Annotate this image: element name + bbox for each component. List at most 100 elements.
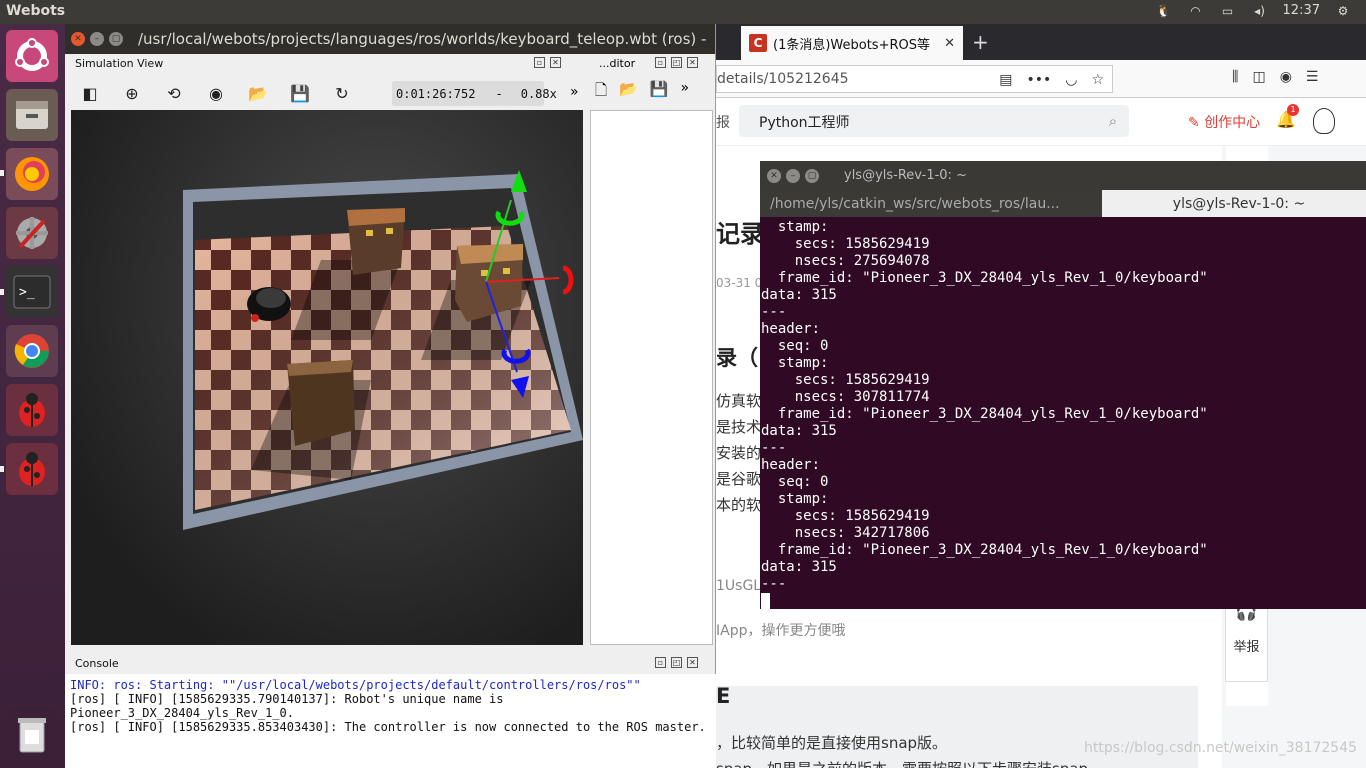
header-fragment: 报 <box>716 115 730 131</box>
console-label: Console <box>75 657 119 670</box>
dock-buttons: ▫ ◰ ✕ <box>655 657 698 668</box>
search-icon[interactable]: ⌕ <box>1097 105 1129 137</box>
webots-icon[interactable] <box>6 384 58 436</box>
trash-icon[interactable] <box>6 708 58 760</box>
create-center-link[interactable]: ✎ 创作中心 <box>1188 112 1260 132</box>
text-editor-area[interactable] <box>590 110 713 645</box>
undock-icon[interactable]: ▫ <box>534 57 545 68</box>
account-icon[interactable]: ◉ <box>1280 69 1292 85</box>
console-line: INFO: ros: Starting: ""/usr/local/webots… <box>70 678 641 692</box>
terminal-tabs: /home/yls/catkin_ws/src/webots_ros/lau..… <box>760 190 1366 217</box>
active-app-title: Webots <box>6 3 66 19</box>
eye-icon[interactable]: ◉ <box>203 80 229 106</box>
close-panel-icon[interactable]: ✕ <box>550 57 561 68</box>
browser-tab[interactable]: C (1条消息)Webots+ROS等 ✕ <box>741 26 963 60</box>
wifi-icon[interactable]: ◠ <box>1187 4 1205 18</box>
pocket-icon[interactable]: ◡ <box>1065 72 1077 88</box>
close-icon[interactable]: ✕ <box>71 32 85 46</box>
terminal-output[interactable]: stamp: secs: 1585629419 nsecs: 275694078… <box>760 217 1366 612</box>
console-line: Pioneer_3_DX_28404_yls_Rev_1_0. <box>70 706 294 720</box>
watermark: https://blog.csdn.net/weixin_38172545 <box>1084 740 1358 756</box>
editor-overflow-icon[interactable]: » <box>680 80 689 105</box>
input-method-icon[interactable]: 🐧 <box>1155 4 1173 18</box>
maximize-icon[interactable]: ▢ <box>109 32 123 46</box>
new-file-icon[interactable]: 🗋 <box>595 80 607 105</box>
url-actions: ▤ ••• ◡ ☆ <box>999 72 1104 88</box>
console-output[interactable]: INFO: ros: Starting: ""/usr/local/webots… <box>65 674 716 768</box>
reader-view-icon[interactable]: ▤ <box>999 72 1012 88</box>
maximize-icon[interactable]: ▢ <box>805 168 819 183</box>
console-line: [ros] [ INFO] [1585629335.853403430]: Th… <box>70 720 706 734</box>
3d-scene <box>183 170 583 530</box>
bookmark-star-icon[interactable]: ☆ <box>1091 72 1104 88</box>
report-label: 举报 <box>1233 640 1260 655</box>
browser-tabbar: C (1条消息)Webots+ROS等 ✕ + <box>716 24 1366 60</box>
3d-viewport[interactable] <box>71 110 583 645</box>
terminal-cursor <box>761 593 770 609</box>
battery-icon[interactable]: ▭ <box>1219 4 1237 18</box>
ubuntu-dash-icon[interactable] <box>6 30 58 82</box>
browser-tab-title: (1条消息)Webots+ROS等 <box>773 37 930 53</box>
firefox-icon[interactable] <box>6 148 58 200</box>
running-indicator <box>0 466 4 472</box>
system-tray: 🐧 ◠ ▭ ◂) 12:37 ⚙ <box>1155 3 1352 18</box>
site-search-input[interactable]: Python工程师 ⌕ <box>739 105 1129 137</box>
close-tab-icon[interactable]: ✕ <box>944 36 955 51</box>
minimize-icon[interactable]: – <box>90 32 104 46</box>
url-bar[interactable]: details/105212645 ▤ ••• ◡ ☆ <box>716 65 1113 93</box>
article-heading: 录（ <box>716 346 758 370</box>
clock[interactable]: 12:37 <box>1283 3 1320 18</box>
close-panel-icon[interactable]: ✕ <box>687 57 698 68</box>
terminal-tab-active[interactable]: yls@yls-Rev-1-0: ~ <box>1102 190 1366 217</box>
article-line: 本的软 <box>716 496 762 514</box>
article-paragraph: ，比较简单的是直接使用snap版。 <box>716 734 948 752</box>
close-icon[interactable]: ✕ <box>767 168 781 183</box>
chrome-icon[interactable] <box>6 325 58 377</box>
article-date: 03-31 0 <box>716 276 763 290</box>
simulation-time-display: 0:01:26:752 - 0.88x <box>392 81 557 106</box>
toggle-scene-tree-icon[interactable]: ◧ <box>77 80 103 106</box>
library-icon[interactable]: ⫼ <box>1232 69 1238 85</box>
open-file-icon[interactable]: 📂 <box>619 80 638 105</box>
article-line: 安装的 <box>716 444 762 462</box>
gray-text: 1UsGL <box>716 578 762 594</box>
maximize-panel-icon[interactable]: ◰ <box>671 57 682 68</box>
reload-world-icon[interactable]: ↻ <box>329 80 355 106</box>
power-gear-icon[interactable]: ⚙ <box>1334 4 1352 18</box>
minimize-icon[interactable]: – <box>786 168 800 183</box>
sidebar-icon[interactable]: ◫ <box>1252 69 1265 85</box>
add-node-icon[interactable]: ⊕ <box>119 80 145 106</box>
dock-buttons: ▫ ◰ ✕ <box>655 57 698 68</box>
files-icon[interactable] <box>6 89 58 141</box>
open-world-icon[interactable]: 📂 <box>245 80 271 106</box>
webots-icon[interactable] <box>6 443 58 495</box>
maximize-panel-icon[interactable]: ◰ <box>671 657 682 668</box>
article-title: 记录 <box>716 220 764 248</box>
save-file-icon[interactable]: 💾 <box>650 80 669 105</box>
more-actions-icon[interactable]: ••• <box>1026 72 1051 88</box>
article-line: 仿真软 <box>716 392 762 410</box>
running-indicator <box>0 289 4 295</box>
undock-icon[interactable]: ▫ <box>655 57 666 68</box>
close-panel-icon[interactable]: ✕ <box>687 657 698 668</box>
console-header: Console ▫ ◰ ✕ <box>65 654 716 674</box>
url-text: details/105212645 <box>717 71 849 87</box>
volume-icon[interactable]: ◂) <box>1251 4 1269 18</box>
terminal-window: ✕ – ▢ yls@yls-Rev-1-0: ~ /home/yls/catki… <box>760 161 1366 609</box>
terminal-tab[interactable]: /home/yls/catkin_ws/src/webots_ros/lau..… <box>760 190 1102 217</box>
new-tab-icon[interactable]: + <box>972 30 989 54</box>
save-world-icon[interactable]: 💾 <box>287 80 313 106</box>
toolbar-overflow-icon[interactable]: » <box>570 84 579 100</box>
console-line: [ros] [ INFO] [1585629335.790140137]: Ro… <box>70 692 504 706</box>
terminal-text: stamp: secs: 1585629419 nsecs: 275694078… <box>761 219 1208 592</box>
terminal-icon[interactable]: >_ <box>6 266 58 318</box>
site-search-text: Python工程师 <box>759 115 850 131</box>
avatar[interactable] <box>1313 108 1335 134</box>
restore-viewpoint-icon[interactable]: ⟲ <box>161 80 187 106</box>
undock-icon[interactable]: ▫ <box>655 657 666 668</box>
settings-icon[interactable] <box>6 207 58 259</box>
editor-toolbar: 🗋 📂 💾 » <box>595 80 689 105</box>
create-center-label: 创作中心 <box>1204 115 1261 131</box>
csdn-header: 报 Python工程师 ⌕ ✎ 创作中心 🔔 1 <box>716 98 1366 146</box>
hamburger-menu-icon[interactable]: ☰ <box>1306 69 1319 85</box>
